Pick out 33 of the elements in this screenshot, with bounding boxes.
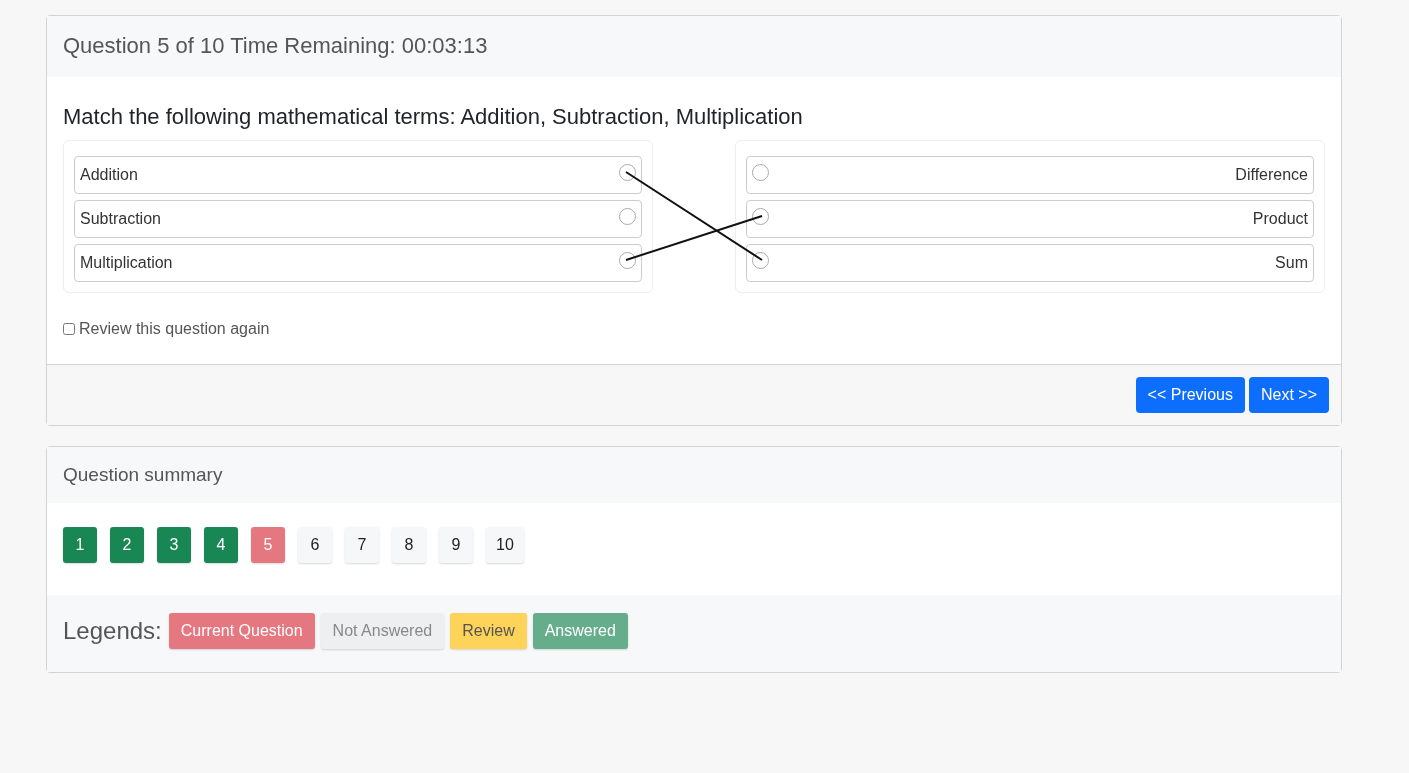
- question-number-button[interactable]: 2: [110, 527, 144, 563]
- question-number-button[interactable]: 4: [204, 527, 238, 563]
- legend-badge: Answered: [532, 612, 628, 649]
- question-number-button[interactable]: 1: [63, 527, 97, 563]
- legend-badge: Current Question: [168, 612, 315, 649]
- question-number-button[interactable]: 8: [392, 527, 426, 563]
- question-number-button[interactable]: 10: [486, 527, 524, 563]
- legend-badge: Not Answered: [320, 612, 445, 649]
- definition-item[interactable]: Difference: [746, 156, 1314, 194]
- question-header: Question 5 of 10 Time Remaining: 00:03:13: [47, 16, 1341, 77]
- question-number-button[interactable]: 7: [345, 527, 379, 563]
- connector-handle[interactable]: [752, 163, 769, 181]
- question-number-button[interactable]: 9: [439, 527, 473, 563]
- connector-handle[interactable]: [619, 163, 636, 181]
- question-number-button[interactable]: 6: [298, 527, 332, 563]
- term-item[interactable]: Addition: [74, 156, 642, 194]
- definition-item[interactable]: Product: [746, 200, 1314, 238]
- summary-header: Question summary: [47, 447, 1341, 503]
- connector-handle[interactable]: [752, 207, 769, 225]
- next-button[interactable]: Next >>: [1248, 377, 1329, 413]
- review-checkbox[interactable]: [63, 323, 75, 335]
- term-item[interactable]: Multiplication: [74, 244, 642, 282]
- connector-handle[interactable]: [619, 207, 636, 225]
- previous-button[interactable]: << Previous: [1135, 377, 1245, 413]
- connector-handle[interactable]: [619, 251, 636, 269]
- question-prompt: Match the following mathematical terms: Addition, Subtraction, Multiplication: [63, 104, 804, 130]
- review-label: Review this question again: [79, 320, 270, 338]
- definition-item[interactable]: Sum: [746, 244, 1314, 282]
- connector-handle[interactable]: [752, 251, 769, 269]
- legend-badge: Review: [450, 612, 527, 649]
- question-number-button[interactable]: 3: [157, 527, 191, 563]
- legend-title: Legends:: [63, 616, 162, 645]
- term-item[interactable]: Subtraction: [74, 200, 642, 238]
